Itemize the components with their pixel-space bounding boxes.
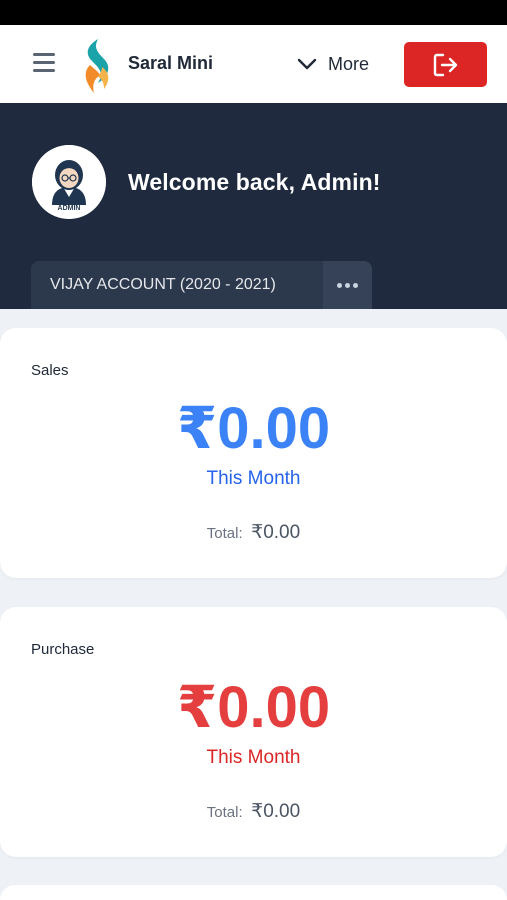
total-label: Total: — [206, 525, 243, 542]
purchase-total: Total: ₹0.00 — [0, 800, 507, 823]
next-card — [0, 885, 507, 900]
status-bar — [0, 0, 507, 25]
logout-icon — [433, 53, 457, 76]
welcome-section: ADMIN Welcome back, Admin! VIJAY ACCOUNT… — [0, 103, 507, 309]
more-menu-button[interactable]: More — [296, 50, 369, 78]
total-value: ₹0.00 — [251, 801, 301, 822]
top-bar: Saral Mini More — [0, 25, 507, 103]
avatar-label: ADMIN — [57, 205, 81, 212]
chevron-down-icon — [297, 58, 317, 70]
menu-icon[interactable] — [33, 53, 57, 75]
purchase-period: This Month — [206, 747, 301, 768]
sales-period: This Month — [206, 468, 301, 489]
welcome-heading: Welcome back, Admin! — [128, 169, 381, 195]
avatar: ADMIN — [32, 145, 106, 219]
logo-icon — [85, 39, 109, 93]
account-selector[interactable]: VIJAY ACCOUNT (2020 - 2021) — [31, 261, 323, 309]
sales-card[interactable]: Sales ₹0.00 This Month Total: ₹0.00 — [0, 328, 507, 578]
app-brand: Saral Mini — [128, 53, 214, 73]
card-title: Purchase — [31, 641, 95, 658]
sales-amount: ₹0.00 — [176, 396, 331, 461]
card-title: Sales — [31, 362, 69, 379]
logout-button[interactable] — [404, 42, 487, 87]
total-label: Total: — [206, 804, 243, 821]
purchase-amount: ₹0.00 — [176, 675, 331, 740]
account-options-button[interactable] — [323, 261, 372, 309]
sales-total: Total: ₹0.00 — [0, 521, 507, 544]
more-label: More — [328, 53, 370, 74]
total-value: ₹0.00 — [251, 522, 301, 543]
more-dots-icon — [336, 282, 360, 288]
purchase-card[interactable]: Purchase ₹0.00 This Month Total: ₹0.00 — [0, 607, 507, 857]
